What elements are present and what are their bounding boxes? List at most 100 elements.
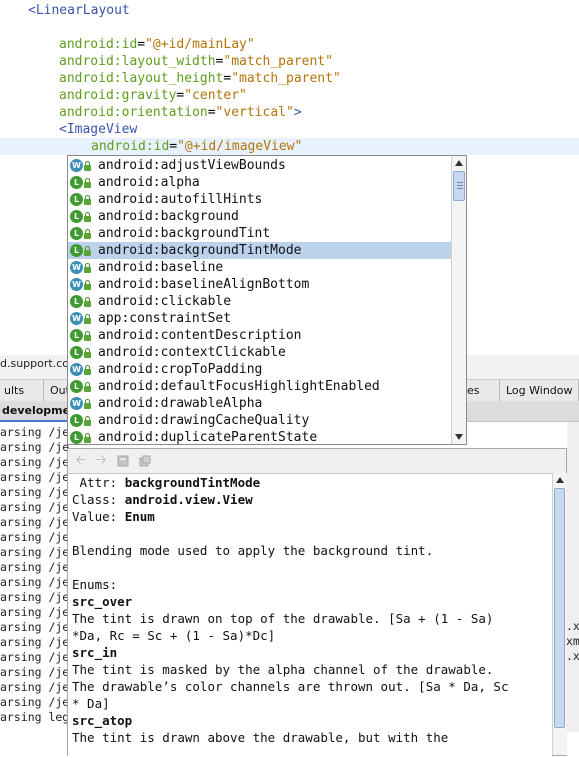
lock-icon — [84, 331, 91, 341]
lock-icon — [84, 229, 91, 239]
code-completion-popup[interactable]: Wandroid:adjustViewBounds Landroid:alpha L… — [67, 155, 467, 445]
doc-line: Class: android.view.View — [72, 491, 253, 508]
output-line: arsing /je — [0, 650, 70, 664]
layout-attr-badge-icon: L — [70, 210, 83, 223]
xml-attribute: android:orientation — [59, 105, 208, 120]
output-line: arsing /je — [0, 575, 70, 589]
doc-line: The tint is drawn on top of the drawable… — [72, 610, 493, 627]
completion-item[interactable]: Landroid:alpha — [68, 174, 451, 191]
output-line: arsing /je — [0, 695, 70, 709]
doc-text: * Da] — [72, 696, 110, 711]
completion-item[interactable]: Wandroid:drawableAlpha — [68, 395, 451, 412]
code-line: android:id="@+id/imageView" — [0, 138, 579, 155]
output-line: arsing /je — [0, 680, 70, 694]
lock-icon — [84, 246, 91, 256]
doc-text: The tint is drawn above the drawable, bu… — [72, 730, 449, 745]
tab-files[interactable]: es — [462, 380, 500, 401]
widget-attr-badge-icon: W — [70, 363, 83, 376]
lock-icon — [84, 161, 91, 171]
output-line: arsing /je — [0, 440, 70, 454]
doc-text: *Da, Rc = Sc + (1 - Sa)*Dc] — [72, 628, 276, 643]
output-scrollbar[interactable] — [567, 422, 579, 732]
external-doc-icon[interactable] — [138, 454, 152, 468]
completion-item-label: android:backgroundTint — [98, 226, 271, 241]
output-line: arsing leg — [0, 710, 70, 724]
tab-log-window[interactable]: Log Window — [502, 380, 579, 401]
completion-item[interactable]: Wapp:constraintSet — [68, 310, 451, 327]
layout-attr-badge-icon: L — [70, 244, 83, 257]
completion-item[interactable]: Wandroid:baselineAlignBottom — [68, 276, 451, 293]
xml-value: "@+id/imageView" — [177, 139, 303, 154]
doc-text: The tint is masked by the alpha channel … — [72, 662, 494, 677]
lock-icon — [84, 280, 91, 290]
output-line: arsing /je — [0, 590, 70, 604]
completion-item-label: app:constraintSet — [98, 311, 232, 326]
completion-item-label: android:defaultFocusHighlightEnabled — [98, 379, 380, 394]
completion-item[interactable]: Landroid:background — [68, 208, 451, 225]
output-line: arsing /je — [0, 560, 70, 574]
doc-line: src_atop — [72, 712, 132, 729]
layout-attr-badge-icon: L — [70, 176, 83, 189]
completion-item-label: android:adjustViewBounds — [98, 158, 286, 173]
open-doc-icon[interactable] — [116, 454, 130, 468]
doc-toolbar: 🡠 🡢 — [68, 449, 566, 473]
completion-item[interactable]: Landroid:drawingCacheQuality — [68, 412, 451, 429]
xml-attribute: android:layout_width — [59, 54, 216, 69]
completion-item[interactable]: Landroid:autofillHints — [68, 191, 451, 208]
xml-tag-close: > — [293, 105, 302, 120]
output-line: arsing /je — [0, 455, 70, 469]
tab-results[interactable]: ults — [0, 380, 44, 401]
left-arrow-icon[interactable]: 🡠 — [74, 454, 88, 468]
scroll-up-arrow-icon[interactable] — [455, 160, 463, 166]
doc-line: Value: Enum — [72, 508, 155, 525]
doc-scrollbar[interactable] — [552, 473, 567, 755]
completion-item-label: android:drawableAlpha — [98, 396, 263, 411]
completion-item[interactable]: Landroid:contentDescription — [68, 327, 451, 344]
layout-attr-badge-icon: L — [70, 227, 83, 240]
doc-line: *Da, Rc = Sc + (1 - Sa)*Dc] — [72, 627, 275, 644]
completion-item[interactable]: Landroid:backgroundTintMode — [68, 242, 451, 259]
completion-item[interactable]: Landroid:clickable — [68, 293, 451, 310]
doc-scroll-thumb[interactable] — [554, 488, 565, 728]
doc-text: backgroundTintMode — [124, 475, 261, 490]
package-path-text: d.support.co — [0, 357, 69, 370]
documentation-popup: 🡠 🡢 Attr: backgroundTintMode Class: andro… — [67, 448, 567, 758]
xml-tag: <ImageView — [59, 122, 138, 137]
output-fragment: .x — [566, 649, 579, 663]
doc-text: android.view.View — [124, 492, 253, 507]
scroll-down-arrow-icon[interactable] — [455, 434, 463, 440]
xml-attribute: android:layout_height — [59, 71, 224, 86]
lock-icon — [84, 348, 91, 358]
layout-attr-badge-icon: L — [70, 295, 83, 308]
doc-line: src_over — [72, 593, 132, 610]
output-fragment: .x — [566, 619, 579, 633]
completion-item-label: android:backgroundTintMode — [98, 243, 302, 258]
output-line: arsing /je — [0, 500, 70, 514]
doc-text: The tint is drawn on top of the drawable… — [72, 611, 494, 626]
xml-tag: <LinearLayout — [28, 3, 130, 18]
layout-attr-badge-icon: L — [70, 193, 83, 206]
xml-value: "vertical" — [215, 105, 294, 120]
completion-item[interactable]: Wandroid:adjustViewBounds — [68, 157, 451, 174]
xml-attribute: android:id — [91, 139, 170, 154]
output-line: arsing /je — [0, 470, 70, 484]
lock-icon — [84, 314, 91, 324]
completion-item[interactable]: Landroid:contextClickable — [68, 344, 451, 361]
completion-item[interactable]: Wandroid:baseline — [68, 259, 451, 276]
completion-item[interactable]: Landroid:defaultFocusHighlightEnabled — [68, 378, 451, 395]
right-arrow-icon[interactable]: 🡢 — [94, 454, 108, 468]
doc-scroll-up-arrow-icon[interactable] — [556, 477, 564, 483]
xml-value: "center" — [184, 88, 247, 103]
doc-line: Enums: — [72, 576, 117, 593]
scroll-thumb[interactable] — [453, 171, 465, 201]
doc-line: The tint is drawn above the drawable, bu… — [72, 729, 448, 746]
output-line: arsing /je — [0, 605, 70, 619]
completion-item[interactable]: Landroid:backgroundTint — [68, 225, 451, 242]
completion-scrollbar[interactable] — [451, 156, 466, 444]
output-line: arsing /je — [0, 485, 70, 499]
output-line: arsing /je — [0, 425, 70, 439]
doc-text: src_atop — [72, 713, 133, 728]
lock-icon — [84, 195, 91, 205]
completion-item[interactable]: Wandroid:cropToPadding — [68, 361, 451, 378]
completion-item[interactable]: Landroid:duplicateParentState — [68, 429, 451, 444]
